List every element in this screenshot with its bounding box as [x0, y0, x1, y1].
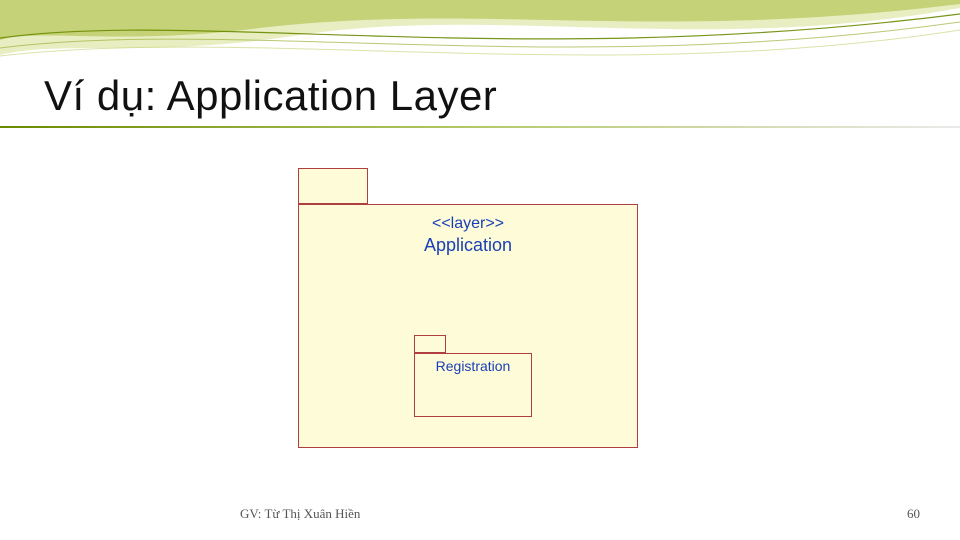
outer-package-stereotype: <<layer>>	[299, 215, 637, 233]
inner-package-name: Registration	[436, 358, 511, 374]
slide: Ví dụ: Application Layer <<layer>> Appli…	[0, 0, 960, 540]
inner-package-tab	[414, 335, 446, 353]
title-underline	[0, 126, 960, 128]
uml-diagram: <<layer>> Application Registration	[298, 168, 638, 448]
footer-author: GV: Từ Thị Xuân Hiền	[240, 506, 360, 522]
outer-package-tab	[298, 168, 368, 204]
outer-package-name: Application	[299, 235, 637, 256]
footer-page-number: 60	[907, 506, 920, 522]
header-swoosh	[0, 0, 960, 70]
outer-package-body: <<layer>> Application Registration	[298, 204, 638, 448]
inner-package-body: Registration	[414, 353, 532, 417]
slide-title: Ví dụ: Application Layer	[44, 72, 497, 120]
